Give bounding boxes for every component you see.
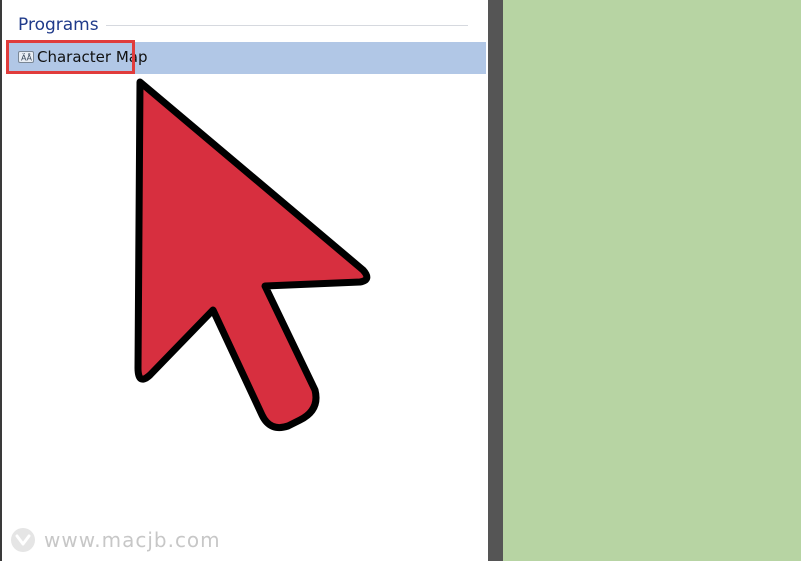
- search-results-panel: Programs ÄÅ Character Map: [0, 0, 488, 561]
- green-background-panel: [503, 0, 801, 561]
- watermark-text: www.macjb.com: [44, 528, 221, 552]
- watermark-logo-icon: [11, 528, 35, 552]
- watermark: www.macjb.com: [10, 526, 221, 554]
- result-item-label: Character Map: [37, 48, 148, 66]
- result-item-character-map[interactable]: ÄÅ Character Map: [8, 42, 486, 74]
- section-title: Programs: [18, 15, 99, 35]
- programs-section-header: Programs: [18, 14, 468, 38]
- section-divider: [106, 25, 468, 26]
- screenshot-page: Programs ÄÅ Character Map www.macjb.com: [0, 0, 801, 561]
- character-map-icon: ÄÅ: [18, 50, 34, 64]
- svg-text:ÄÅ: ÄÅ: [21, 52, 32, 63]
- window-divider: [488, 0, 503, 561]
